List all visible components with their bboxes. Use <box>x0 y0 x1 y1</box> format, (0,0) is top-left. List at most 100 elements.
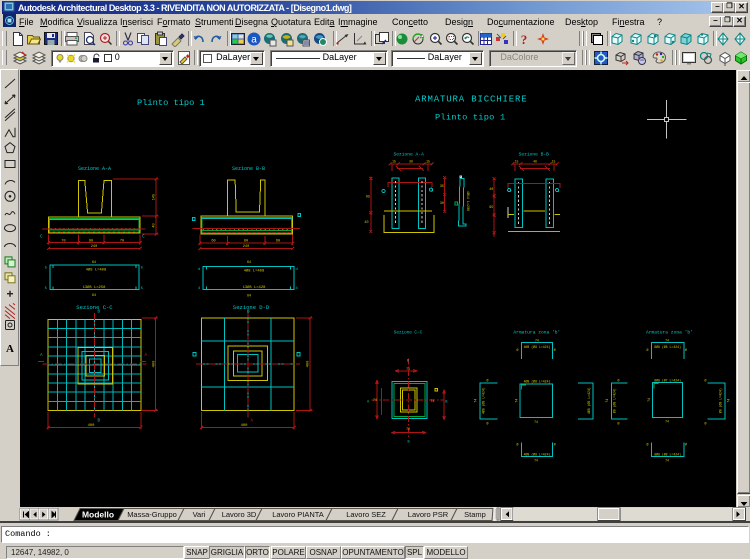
svg-text:A: A <box>145 354 148 358</box>
svg-text:Lavoro 3D: Lavoro 3D <box>222 510 257 519</box>
svg-text:4Ø8 L=408: 4Ø8 L=408 <box>244 268 265 273</box>
svg-text:64: 64 <box>247 261 251 265</box>
svg-text:B: B <box>445 401 448 405</box>
svg-text:Ø: Ø <box>647 348 649 352</box>
svg-text:74: 74 <box>373 398 377 402</box>
svg-text:13Ø8 L=428: 13Ø8 L=428 <box>243 285 267 290</box>
svg-text:Sezione C-C: Sezione C-C <box>394 330 423 335</box>
svg-text:4Ø8 (Ø8 L=424): 4Ø8 (Ø8 L=424) <box>482 387 486 414</box>
svg-text:Ø: Ø <box>705 379 707 383</box>
svg-text:B: B <box>247 311 250 315</box>
svg-text:C: C <box>142 236 145 240</box>
svg-text:4Ø14 L=208: 4Ø14 L=208 <box>465 191 470 211</box>
svg-text:64: 64 <box>92 294 96 298</box>
svg-text:74: 74 <box>514 399 518 403</box>
svg-text:400: 400 <box>88 424 96 428</box>
svg-text:74: 74 <box>605 399 609 403</box>
svg-text:90: 90 <box>89 239 93 243</box>
svg-text:d: d <box>296 267 298 272</box>
svg-text:Sezione A-A: Sezione A-A <box>394 152 425 158</box>
svg-text:4Ø8 (Ø8 L=424): 4Ø8 (Ø8 L=424) <box>587 387 591 414</box>
svg-text:Armatura zona 'b': Armatura zona 'b' <box>513 329 560 335</box>
svg-text:Sezione A-A: Sezione A-A <box>78 166 111 172</box>
svg-text:a: a <box>251 35 257 46</box>
svg-text:15: 15 <box>426 160 430 164</box>
svg-text:60: 60 <box>276 240 280 244</box>
svg-text:95: 95 <box>489 206 493 210</box>
svg-text:b: b <box>141 265 144 270</box>
svg-text:70: 70 <box>61 239 65 243</box>
svg-text:74: 74 <box>474 399 478 403</box>
svg-text:B: B <box>407 360 410 364</box>
svg-text:74: 74 <box>535 339 539 343</box>
svg-text:400: 400 <box>307 360 311 368</box>
svg-text:Ø: Ø <box>685 348 687 352</box>
svg-text:60: 60 <box>211 240 215 244</box>
svg-text:74: 74 <box>406 427 410 431</box>
svg-text:8Ø8 (Ø7 L=424): 8Ø8 (Ø7 L=424) <box>654 378 681 382</box>
svg-text:240: 240 <box>91 245 97 249</box>
svg-text:74: 74 <box>534 420 538 424</box>
svg-text:A: A <box>6 343 14 355</box>
svg-text:95: 95 <box>366 196 370 200</box>
svg-text:40: 40 <box>152 223 156 227</box>
svg-text:Ø: Ø <box>647 443 649 447</box>
svg-text:Lavoro PIANTA: Lavoro PIANTA <box>272 510 324 519</box>
svg-text:4Ø8 (Ø8 L=424): 4Ø8 (Ø8 L=424) <box>524 380 551 384</box>
svg-text:400: 400 <box>241 424 249 428</box>
svg-text:Lavoro SEZ: Lavoro SEZ <box>346 510 386 519</box>
svg-text:Modello: Modello <box>82 510 114 520</box>
svg-text:4Ø8 L=408: 4Ø8 L=408 <box>86 268 107 273</box>
svg-text:Ø: Ø <box>487 422 489 426</box>
svg-text:Ø: Ø <box>554 443 556 447</box>
svg-text:74: 74 <box>431 399 435 403</box>
svg-text:Plinto tipo 1: Plinto tipo 1 <box>435 113 505 123</box>
svg-text:240: 240 <box>243 245 249 249</box>
svg-text:30: 30 <box>409 160 413 164</box>
svg-text:b: b <box>45 265 48 270</box>
svg-text:Ø: Ø <box>685 443 687 447</box>
svg-text:15: 15 <box>515 160 519 164</box>
svg-text:145: 145 <box>152 194 156 200</box>
svg-text:Sezione C-C: Sezione C-C <box>76 304 113 311</box>
svg-text:Plinto tipo 1: Plinto tipo 1 <box>137 98 205 108</box>
svg-text:Vari: Vari <box>193 510 206 519</box>
svg-text:Ø: Ø <box>618 379 620 383</box>
svg-text:74: 74 <box>665 459 669 463</box>
svg-text:4: 4 <box>198 287 201 291</box>
svg-text:d: d <box>198 267 200 272</box>
svg-text:8Ø8 (Ø8 L=424): 8Ø8 (Ø8 L=424) <box>654 452 681 456</box>
svg-text:80: 80 <box>244 240 248 244</box>
svg-text:Ø: Ø <box>705 422 707 426</box>
svg-text:A: A <box>367 401 370 405</box>
svg-text:15: 15 <box>392 160 396 164</box>
svg-text:Ø: Ø <box>517 443 519 447</box>
svg-text:40: 40 <box>489 188 493 192</box>
svg-text:B: B <box>408 441 411 445</box>
svg-text:Ø: Ø <box>517 348 519 352</box>
svg-text:C: C <box>40 236 43 240</box>
svg-text:Sezione B-B: Sezione B-B <box>519 152 550 158</box>
svg-text:?: ? <box>521 32 528 47</box>
svg-text:Lavoro PSR: Lavoro PSR <box>408 510 449 519</box>
svg-text:B: B <box>98 311 101 315</box>
svg-text:4: 4 <box>296 287 299 291</box>
svg-text:74: 74 <box>665 420 669 424</box>
svg-text:Massa-Gruppo: Massa-Gruppo <box>127 510 177 519</box>
svg-text:64: 64 <box>92 261 96 265</box>
svg-text:Ø: Ø <box>554 348 556 352</box>
svg-text:4Ø8 (Ø8 L=424): 4Ø8 (Ø8 L=424) <box>524 345 551 349</box>
svg-text:15: 15 <box>552 160 556 164</box>
svg-text:40: 40 <box>364 221 368 225</box>
svg-text:4Ø8 (Ø8 L=424): 4Ø8 (Ø8 L=424) <box>524 452 551 456</box>
svg-text:B: B <box>98 420 101 424</box>
svg-text:A: A <box>251 420 254 424</box>
svg-text:8Ø8 (Ø8 L=424): 8Ø8 (Ø8 L=424) <box>654 345 681 349</box>
svg-text:74: 74 <box>647 398 651 402</box>
svg-text:5: 5 <box>45 287 48 291</box>
svg-text:Ø8 (Ø8 L=424): Ø8 (Ø8 L=424) <box>719 388 723 413</box>
svg-text:Stamp: Stamp <box>464 510 486 519</box>
svg-text:30: 30 <box>440 202 444 206</box>
svg-text:74: 74 <box>665 339 669 343</box>
svg-text:ARMATURA BICCHIERE: ARMATURA BICCHIERE <box>415 95 528 105</box>
